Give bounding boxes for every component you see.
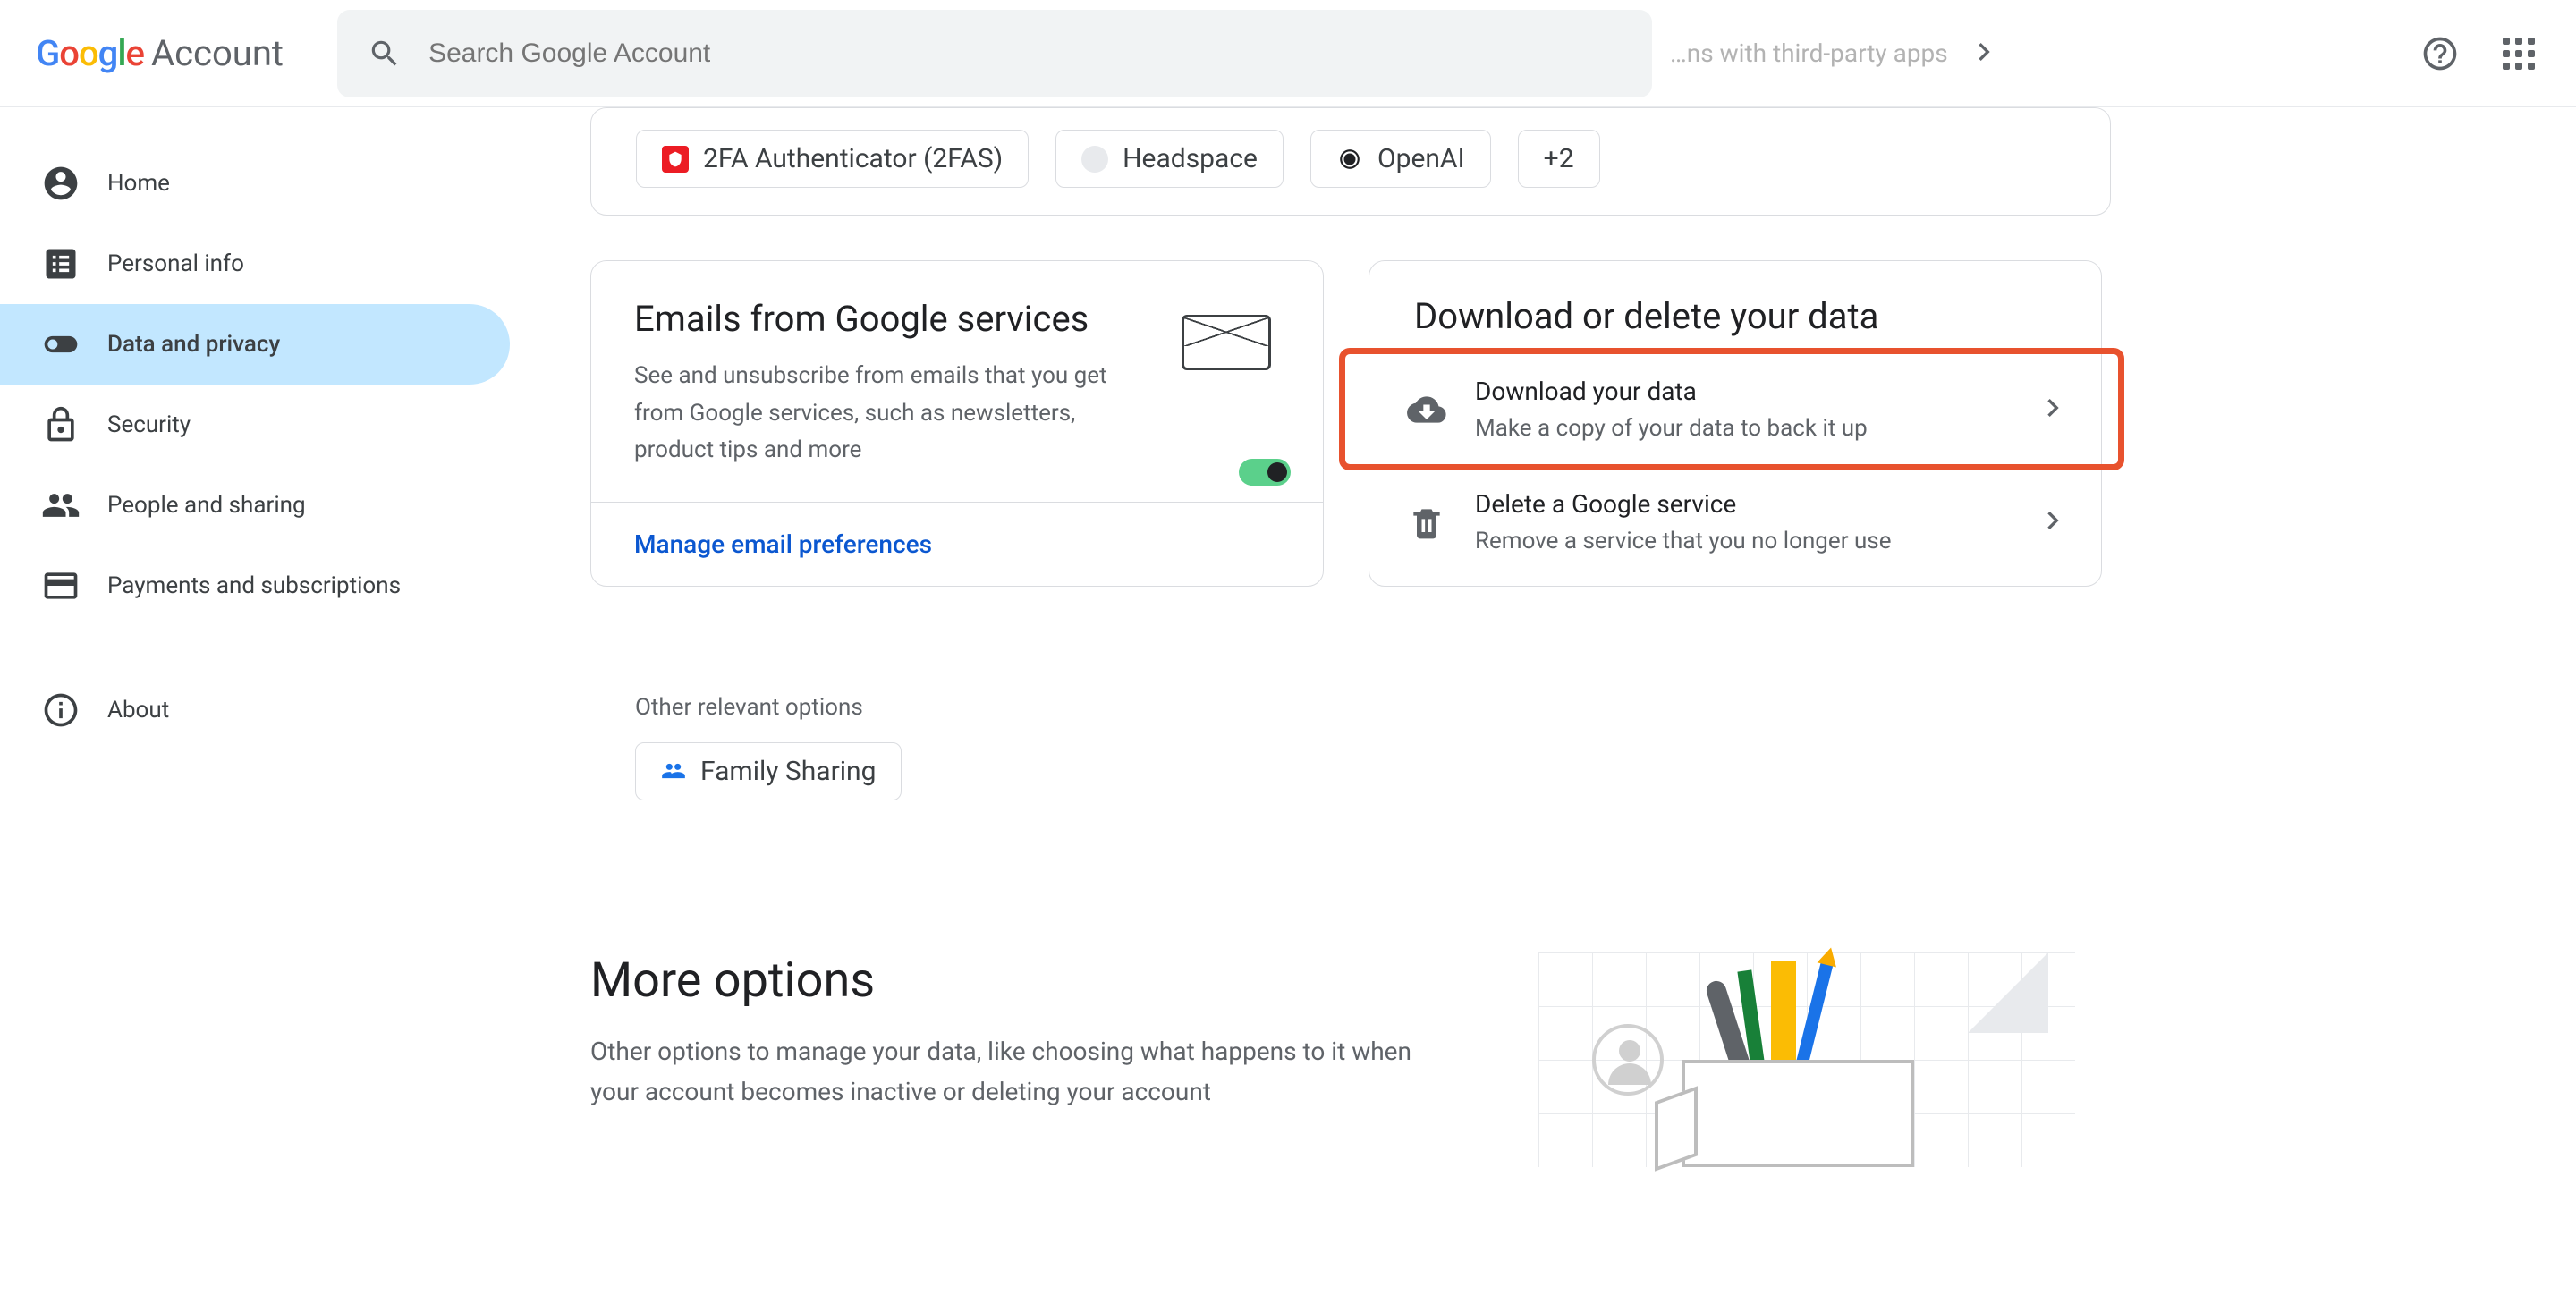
chevron-right-icon <box>2035 503 2071 542</box>
credit-card-icon <box>41 566 80 605</box>
manage-email-link[interactable]: Manage email preferences <box>634 529 932 559</box>
sidebar: Home Personal info Data and privacy Secu… <box>0 107 510 1239</box>
nav-label: People and sharing <box>107 492 306 519</box>
trash-icon <box>1407 503 1446 542</box>
more-options-desc: Other options to manage your data, like … <box>590 1032 1431 1113</box>
apps-icon <box>2503 38 2535 70</box>
app-chip-openai[interactable]: OpenAI <box>1310 130 1491 188</box>
main-content: 2FA Authenticator (2FAS) Headspace OpenA… <box>510 107 2576 1239</box>
nav-label: Data and privacy <box>107 331 280 358</box>
family-icon <box>661 758 686 783</box>
chevron-right-icon <box>2035 390 2071 429</box>
chip-label: Family Sharing <box>700 756 876 787</box>
openai-icon <box>1336 146 1363 173</box>
google-account-logo[interactable]: Google Account <box>36 32 284 74</box>
manage-email-link-row[interactable]: Manage email preferences <box>591 502 1323 586</box>
google-apps-button[interactable] <box>2497 32 2540 75</box>
search-input[interactable] <box>428 38 1622 69</box>
toolbox-illustration <box>1538 952 2075 1167</box>
emails-card-desc: See and unsubscribe from emails that you… <box>634 358 1155 470</box>
nav-about[interactable]: About <box>0 670 510 750</box>
help-button[interactable] <box>2419 32 2462 75</box>
row-subtitle: Remove a service that you no longer use <box>1475 528 1892 554</box>
emails-card-title: Emails from Google ser­vices <box>634 297 1155 342</box>
nav-home[interactable]: Home <box>0 143 510 224</box>
chip-label: 2FA Authenticator (2FAS) <box>703 143 1003 174</box>
row-subtitle: Make a copy of your data to back it up <box>1475 415 1868 442</box>
download-delete-title: Download or delete your data <box>1369 261 2101 353</box>
overflow-count: +2 <box>1544 143 1574 174</box>
chevron-right-icon[interactable] <box>1966 34 2002 73</box>
row-title: Download your data <box>1475 377 1868 406</box>
nav-label: Security <box>107 411 191 438</box>
download-delete-card: Download or delete your data Download yo… <box>1368 260 2102 587</box>
nav-payments[interactable]: Payments and subscriptions <box>0 546 510 626</box>
circle-icon <box>1081 146 1108 173</box>
partial-banner-text: …ns with third-party apps <box>1670 38 1948 68</box>
lock-icon <box>41 405 80 444</box>
app-chip-2fas[interactable]: 2FA Authenticator (2FAS) <box>636 130 1029 188</box>
search-field[interactable] <box>337 10 1652 97</box>
nav-data-privacy[interactable]: Data and privacy <box>0 304 510 385</box>
shield-icon <box>662 146 689 173</box>
cloud-download-icon <box>1407 390 1446 429</box>
nav-security[interactable]: Security <box>0 385 510 465</box>
more-options-section: More options Other options to manage you… <box>590 952 2522 1167</box>
nav-label: About <box>107 697 169 724</box>
row-title: Delete a Google service <box>1475 489 1892 519</box>
app-chip-headspace[interactable]: Headspace <box>1055 130 1284 188</box>
other-relevant-section: Other relevant options Family Sharing <box>590 694 2522 800</box>
toggle-icon <box>41 325 80 364</box>
relevant-label: Other relevant options <box>635 694 2522 721</box>
nav-label: Payments and subscriptions <box>107 572 401 599</box>
app-chip-overflow[interactable]: +2 <box>1518 130 1600 188</box>
download-your-data-row[interactable]: Download your data Make a copy of your d… <box>1369 353 2101 465</box>
nav-label: Home <box>107 170 170 197</box>
family-sharing-chip[interactable]: Family Sharing <box>635 742 902 800</box>
help-icon <box>2420 34 2460 73</box>
nav-label: Personal info <box>107 250 244 277</box>
info-icon <box>41 690 80 730</box>
delete-service-row[interactable]: Delete a Google service Remove a service… <box>1369 466 2101 578</box>
product-name: Account <box>151 32 284 74</box>
nav-people-sharing[interactable]: People and sharing <box>0 465 510 546</box>
more-options-title: More options <box>590 952 1431 1009</box>
id-card-icon <box>41 244 80 284</box>
third-party-apps-card: 2FA Authenticator (2FAS) Headspace OpenA… <box>590 107 2111 216</box>
search-icon <box>368 36 402 72</box>
google-word: Google <box>36 32 144 74</box>
people-icon <box>41 486 80 525</box>
nav-personal-info[interactable]: Personal info <box>0 224 510 304</box>
header: Google Account …ns with third-party apps <box>0 0 2576 107</box>
chip-label: OpenAI <box>1377 143 1465 174</box>
emails-card: Emails from Google ser­vices See and uns… <box>590 260 1324 587</box>
chip-label: Headspace <box>1123 143 1258 174</box>
account-circle-icon <box>41 164 80 203</box>
envelope-illustration <box>1182 315 1280 470</box>
